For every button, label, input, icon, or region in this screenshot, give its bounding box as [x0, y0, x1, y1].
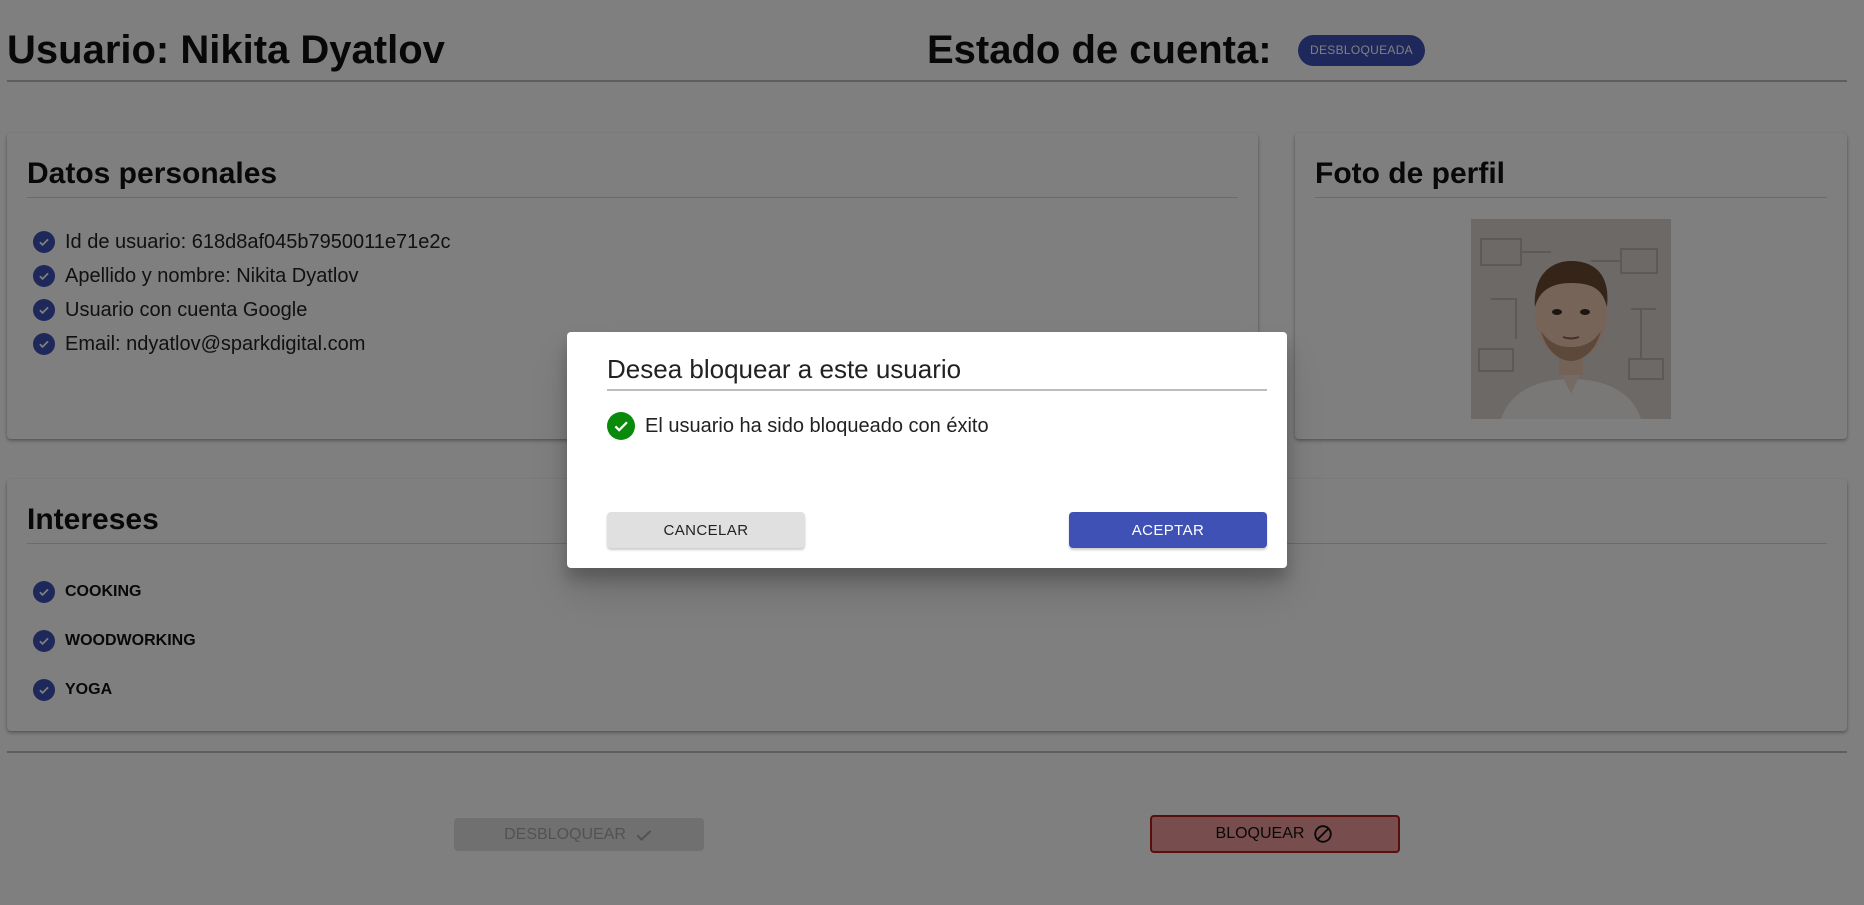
accept-button[interactable]: ACEPTAR	[1069, 512, 1267, 548]
dialog-message-text: El usuario ha sido bloqueado con éxito	[645, 414, 989, 437]
check-circle-filled-icon	[607, 412, 635, 440]
cancel-button[interactable]: CANCELAR	[607, 512, 805, 548]
dialog-message: El usuario ha sido bloqueado con éxito	[607, 412, 989, 440]
block-user-dialog: Desea bloquear a este usuario El usuario…	[567, 332, 1287, 568]
divider	[607, 389, 1267, 391]
dialog-title: Desea bloquear a este usuario	[607, 354, 962, 384]
